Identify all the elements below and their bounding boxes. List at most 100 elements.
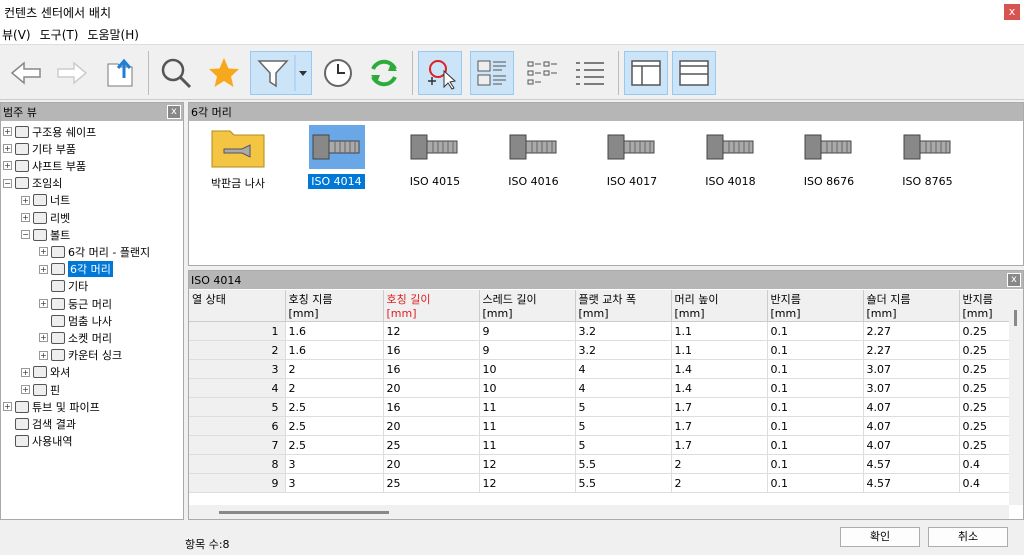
expand-toggle-icon[interactable]: − — [21, 230, 30, 240]
table-cell: 3.07 — [863, 378, 960, 398]
expand-toggle-icon[interactable]: + — [21, 213, 30, 222]
expand-toggle-icon[interactable]: + — [3, 402, 12, 412]
column-header[interactable]: 반지름 [mm] — [959, 290, 1012, 322]
search-icon[interactable] — [154, 51, 198, 95]
bolt-icon — [407, 125, 463, 169]
close-icon[interactable]: x — [1007, 273, 1021, 287]
tree-item-label: 카운터 싱크 — [68, 349, 123, 363]
column-header[interactable]: 스레드 길이 [mm] — [479, 290, 576, 322]
up-folder-icon[interactable] — [98, 51, 142, 95]
table-cell: 12 — [479, 454, 576, 474]
tree-item[interactable]: 검색 결과 — [3, 415, 76, 432]
tree-item[interactable]: + 샤프트 부품 — [3, 157, 86, 174]
expand-toggle-icon[interactable]: + — [3, 161, 12, 171]
back-icon[interactable] — [4, 51, 48, 95]
expand-toggle-icon[interactable]: + — [39, 299, 48, 308]
tree-item[interactable]: +6각 머리 - 플랜지 — [39, 243, 150, 260]
table-row[interactable]: 2 1.6 16 9 3.2 1.1 0.1 2.27 0.25 — [189, 340, 1012, 360]
expand-toggle-icon[interactable]: + — [39, 350, 48, 360]
filter-icon[interactable] — [250, 51, 312, 95]
tree-item[interactable]: +6각 머리 — [39, 261, 113, 278]
table-row[interactable]: 4 2 20 10 4 1.4 0.1 3.07 0.25 — [189, 378, 1012, 398]
table-row[interactable]: 7 2.5 25 11 5 1.7 0.1 4.07 0.25 — [189, 435, 1012, 455]
column-header[interactable]: 호칭 지름 [mm] — [285, 290, 384, 322]
refresh-icon[interactable] — [362, 51, 406, 95]
tree-item-label: 기타 — [68, 280, 89, 294]
column-header[interactable]: 숄더 지름 [mm] — [863, 290, 960, 322]
menu-view[interactable]: 뷰(V) — [0, 26, 38, 43]
content-item[interactable]: ISO 4017 — [587, 125, 677, 189]
menu-help[interactable]: 도움말(H) — [85, 26, 146, 43]
tree-item[interactable]: + 기타 부품 — [3, 140, 76, 157]
table-cell: 0.1 — [767, 454, 864, 474]
ok-button[interactable]: 확인 — [840, 527, 920, 547]
tree-item-label: 둥근 머리 — [68, 297, 112, 311]
vertical-scrollbar[interactable] — [1009, 290, 1023, 505]
table-cell: 1.6 — [285, 321, 384, 341]
tree-item[interactable]: 멈춤 나사 — [39, 312, 112, 329]
expand-toggle-icon[interactable]: + — [21, 385, 30, 394]
category-icon — [15, 400, 29, 413]
tree-item[interactable]: + 둥근 머리 — [39, 295, 112, 312]
favorites-star-icon[interactable] — [202, 51, 246, 95]
split-horizontal-layout-icon[interactable] — [672, 51, 716, 95]
table-row[interactable]: 9 3 25 12 5.5 2 0.1 4.57 0.4 — [189, 473, 1012, 493]
tree-item[interactable]: + 튜브 및 파이프 — [3, 398, 100, 415]
tree-item[interactable]: 사용내역 — [3, 433, 72, 450]
tree-item[interactable]: 기타 — [39, 278, 88, 295]
history-clock-icon[interactable] — [316, 51, 360, 95]
table-row[interactable]: 5 2.5 16 11 5 1.7 0.1 4.07 0.25 — [189, 397, 1012, 417]
expand-toggle-icon[interactable]: + — [3, 144, 12, 154]
horizontal-scrollbar[interactable] — [189, 505, 1009, 519]
small-icons-view-icon[interactable] — [520, 51, 564, 95]
column-header[interactable]: 플랫 교차 폭 [mm] — [575, 290, 672, 322]
content-item[interactable]: ISO 8676 — [784, 125, 874, 189]
menu-tools[interactable]: 도구(T) — [38, 26, 86, 43]
column-header[interactable]: 호칭 길이 [mm] — [383, 290, 480, 322]
place-cursor-icon[interactable] — [418, 51, 462, 95]
column-header[interactable]: 반지름 [mm] — [767, 290, 864, 322]
expand-toggle-icon[interactable]: + — [21, 195, 30, 205]
table-row[interactable]: 1 1.6 12 9 3.2 1.1 0.1 2.27 0.25 — [189, 321, 1012, 341]
tree-item[interactable]: + 핀 — [21, 381, 60, 398]
table-cell: 3.2 — [575, 340, 672, 360]
forward-icon[interactable] — [50, 51, 94, 95]
cancel-button[interactable]: 취소 — [928, 527, 1008, 547]
table-row[interactable]: 3 2 16 10 4 1.4 0.1 3.07 0.25 — [189, 359, 1012, 379]
column-header[interactable]: 열 상태 — [189, 290, 286, 322]
expand-toggle-icon[interactable]: + — [39, 264, 48, 274]
table-row[interactable]: 8 3 20 12 5.5 2 0.1 4.57 0.4 — [189, 454, 1012, 474]
content-item[interactable]: ISO 4015 — [390, 125, 480, 189]
tree-item[interactable]: + 소켓 머리 — [39, 329, 112, 346]
expand-toggle-icon[interactable]: + — [3, 127, 12, 136]
table-cell: 4.07 — [863, 416, 960, 436]
row-number: 9 — [189, 473, 286, 493]
table-cell: 10 — [479, 359, 576, 379]
content-item[interactable]: 박판금 나사 — [193, 125, 283, 192]
close-icon[interactable]: x — [1004, 4, 1020, 20]
expand-toggle-icon[interactable]: + — [21, 367, 30, 377]
family-table-title: ISO 4014 — [191, 273, 242, 287]
row-number: 2 — [189, 340, 286, 360]
list-view-icon[interactable] — [568, 51, 612, 95]
close-icon[interactable]: x — [167, 105, 181, 119]
tree-item[interactable]: + 리벳 — [21, 209, 70, 226]
content-item[interactable]: ISO 4014 — [292, 125, 382, 189]
column-header[interactable]: 머리 높이 [mm] — [671, 290, 768, 322]
expand-toggle-icon[interactable]: − — [3, 178, 12, 188]
content-item[interactable]: ISO 4018 — [686, 125, 776, 189]
table-row[interactable]: 6 2.5 20 11 5 1.7 0.1 4.07 0.25 — [189, 416, 1012, 436]
split-vertical-layout-icon[interactable] — [624, 51, 668, 95]
tree-item[interactable]: + 너트 — [21, 192, 70, 209]
expand-toggle-icon[interactable]: + — [39, 247, 48, 257]
content-item[interactable]: ISO 8765 — [883, 125, 973, 189]
tree-item[interactable]: + 구조용 쉐이프 — [3, 123, 96, 140]
tree-item[interactable]: − 조임쇠 — [3, 175, 62, 192]
tree-item-label: 조임쇠 — [32, 177, 63, 191]
tree-item[interactable]: + 카운터 싱크 — [39, 347, 122, 364]
tree-item[interactable]: + 와셔 — [21, 364, 70, 381]
tree-item[interactable]: − 볼트 — [21, 226, 70, 243]
large-icons-view-icon[interactable] — [470, 51, 514, 95]
expand-toggle-icon[interactable]: + — [39, 333, 48, 343]
content-item[interactable]: ISO 4016 — [489, 125, 579, 189]
